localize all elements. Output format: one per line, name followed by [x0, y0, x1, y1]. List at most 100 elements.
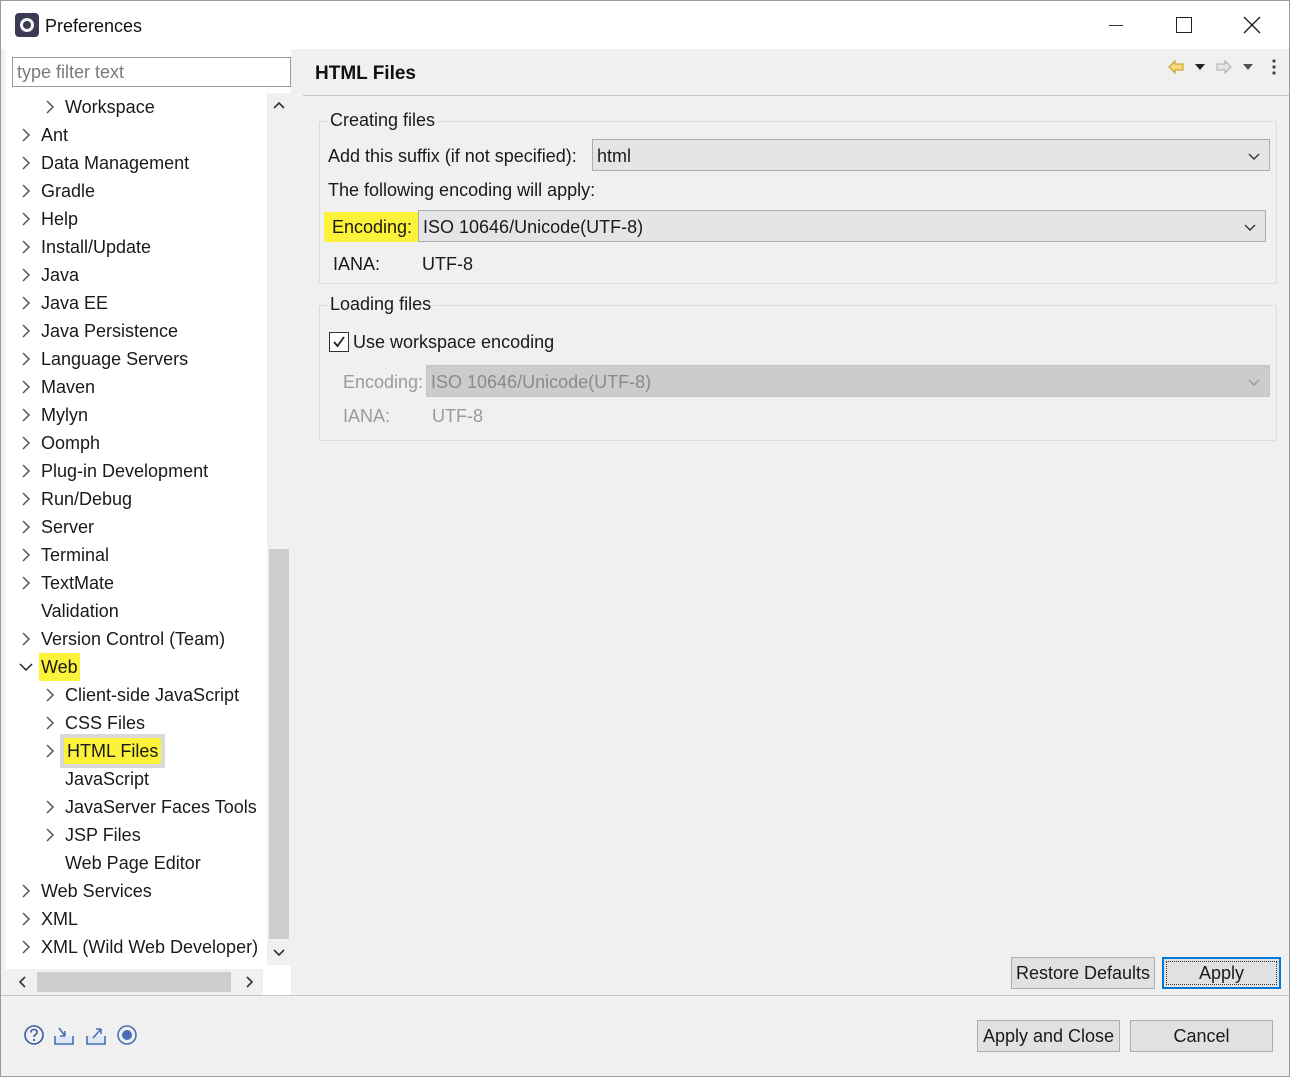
import-button[interactable]	[53, 1024, 75, 1046]
tree-vertical-scrollbar[interactable]	[267, 93, 291, 965]
tree-item[interactable]: Java Persistence	[5, 317, 267, 345]
chevron-right-icon[interactable]	[43, 681, 57, 709]
cancel-button[interactable]: Cancel	[1130, 1020, 1273, 1052]
pane-splitter[interactable]	[291, 49, 303, 995]
import-icon	[54, 1027, 74, 1045]
horizontal-scroll-thumb[interactable]	[37, 972, 231, 992]
chevron-right-icon[interactable]	[19, 149, 33, 177]
tree-item-label: Language Servers	[41, 349, 189, 369]
chevron-right-icon[interactable]	[19, 569, 33, 597]
tree-item[interactable]: Validation	[5, 597, 267, 625]
chevron-right-icon[interactable]	[19, 429, 33, 457]
chevron-right-icon[interactable]	[19, 233, 33, 261]
tree-item[interactable]: JavaServer Faces Tools	[5, 793, 267, 821]
tree-item[interactable]: Run/Debug	[5, 485, 267, 513]
scroll-right-arrow-icon[interactable]	[237, 969, 263, 995]
tree-item[interactable]: Language Servers	[5, 345, 267, 373]
tree-item[interactable]: CSS Files	[5, 709, 267, 737]
chevron-right-icon[interactable]	[19, 177, 33, 205]
tree-item[interactable]: JSP Files	[5, 821, 267, 849]
close-button[interactable]	[1217, 1, 1287, 49]
chevron-right-icon[interactable]	[19, 261, 33, 289]
tree-item[interactable]: Web Services	[5, 877, 267, 905]
chevron-right-icon[interactable]	[19, 933, 33, 961]
chevron-right-icon[interactable]	[19, 485, 33, 513]
tree-item[interactable]: HTML Files	[5, 734, 267, 768]
tree-item[interactable]: Oomph	[5, 429, 267, 457]
tree-item[interactable]: Java	[5, 261, 267, 289]
tree-item[interactable]: Client-side JavaScript	[5, 681, 267, 709]
filter-input[interactable]	[12, 57, 291, 87]
chevron-right-icon[interactable]	[19, 905, 33, 933]
suffix-combo[interactable]: html	[592, 139, 1270, 171]
tree-item[interactable]: Terminal	[5, 541, 267, 569]
tree-item[interactable]: XML (Wild Web Developer)	[5, 933, 267, 961]
view-menu-button[interactable]	[1265, 57, 1283, 77]
forward-dropdown-button[interactable]	[1239, 57, 1257, 77]
help-icon	[24, 1025, 44, 1045]
iana-label: IANA:	[333, 254, 381, 274]
tree-item[interactable]: Web	[5, 653, 267, 681]
chevron-right-icon[interactable]	[43, 737, 57, 765]
chevron-right-icon[interactable]	[19, 289, 33, 317]
chevron-right-icon[interactable]	[19, 401, 33, 429]
help-button[interactable]	[23, 1024, 45, 1046]
chevron-right-icon[interactable]	[43, 793, 57, 821]
chevron-right-icon[interactable]	[19, 373, 33, 401]
minimize-button[interactable]	[1081, 1, 1151, 49]
restore-defaults-button[interactable]: Restore Defaults	[1011, 957, 1155, 989]
scroll-down-arrow-icon[interactable]	[267, 941, 291, 965]
maximize-button[interactable]	[1149, 1, 1219, 49]
chevron-down-icon[interactable]	[19, 653, 33, 681]
back-button[interactable]	[1167, 57, 1185, 77]
tree-item-label: TextMate	[41, 573, 115, 593]
chevron-right-icon[interactable]	[19, 317, 33, 345]
record-button[interactable]	[116, 1024, 138, 1046]
chevron-right-icon[interactable]	[19, 205, 33, 233]
tree-item[interactable]: Workspace	[5, 93, 267, 121]
back-dropdown-button[interactable]	[1191, 57, 1209, 77]
close-icon	[1243, 16, 1261, 34]
use-workspace-encoding-checkbox[interactable]	[329, 332, 349, 352]
tree-item[interactable]: Plug-in Development	[5, 457, 267, 485]
use-workspace-encoding-label[interactable]: Use workspace encoding	[353, 332, 554, 353]
tree-item[interactable]: Version Control (Team)	[5, 625, 267, 653]
tree-item[interactable]: Ant	[5, 121, 267, 149]
scroll-up-arrow-icon[interactable]	[267, 93, 291, 117]
minimize-icon	[1109, 24, 1123, 26]
tree-item[interactable]: Install/Update	[5, 233, 267, 261]
encoding-intro-text: The following encoding will apply:	[328, 180, 596, 200]
tree-item-label: Version Control (Team)	[41, 629, 226, 649]
vertical-scroll-thumb[interactable]	[269, 549, 289, 939]
apply-and-close-button[interactable]: Apply and Close	[977, 1020, 1120, 1052]
tree-item[interactable]: Help	[5, 205, 267, 233]
tree-item-label: XML (Wild Web Developer)	[41, 937, 259, 957]
tree-item[interactable]: Mylyn	[5, 401, 267, 429]
tree-item[interactable]: Maven	[5, 373, 267, 401]
chevron-right-icon[interactable]	[43, 821, 57, 849]
chevron-right-icon[interactable]	[19, 877, 33, 905]
export-button[interactable]	[85, 1024, 107, 1046]
scroll-left-arrow-icon[interactable]	[9, 969, 35, 995]
tree-item[interactable]: TextMate	[5, 569, 267, 597]
tree-item[interactable]: Web Page Editor	[5, 849, 267, 877]
tree-item[interactable]: JavaScript	[5, 765, 267, 793]
preference-tree-pane: Workspace Ant Data Management Gradle Help Ins…	[5, 49, 291, 995]
tree-item[interactable]: Server	[5, 513, 267, 541]
chevron-right-icon[interactable]	[19, 625, 33, 653]
tree-item[interactable]: XML	[5, 905, 267, 933]
encoding-combo[interactable]: ISO 10646/Unicode(UTF-8)	[418, 210, 1266, 242]
tree-horizontal-scrollbar[interactable]	[5, 969, 263, 995]
chevron-right-icon[interactable]	[43, 93, 57, 121]
tree-item[interactable]: Java EE	[5, 289, 267, 317]
chevron-right-icon[interactable]	[19, 345, 33, 373]
chevron-right-icon[interactable]	[43, 709, 57, 737]
tree-item[interactable]: Data Management	[5, 149, 267, 177]
chevron-right-icon[interactable]	[19, 513, 33, 541]
tree-item[interactable]: Gradle	[5, 177, 267, 205]
forward-button[interactable]	[1215, 57, 1233, 77]
apply-button[interactable]: Apply	[1162, 957, 1281, 989]
chevron-right-icon[interactable]	[19, 541, 33, 569]
chevron-right-icon[interactable]	[19, 457, 33, 485]
chevron-right-icon[interactable]	[19, 121, 33, 149]
